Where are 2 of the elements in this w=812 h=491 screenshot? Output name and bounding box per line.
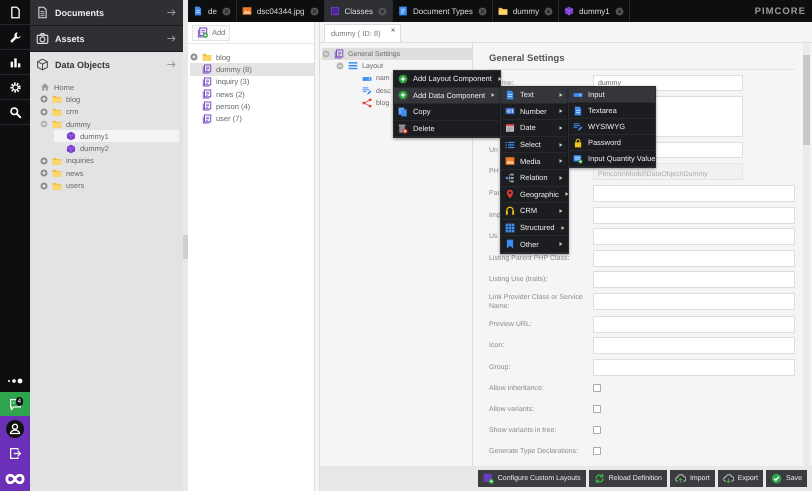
logo: PIMCORE <box>754 6 807 16</box>
section-title: General Settings <box>489 53 795 70</box>
